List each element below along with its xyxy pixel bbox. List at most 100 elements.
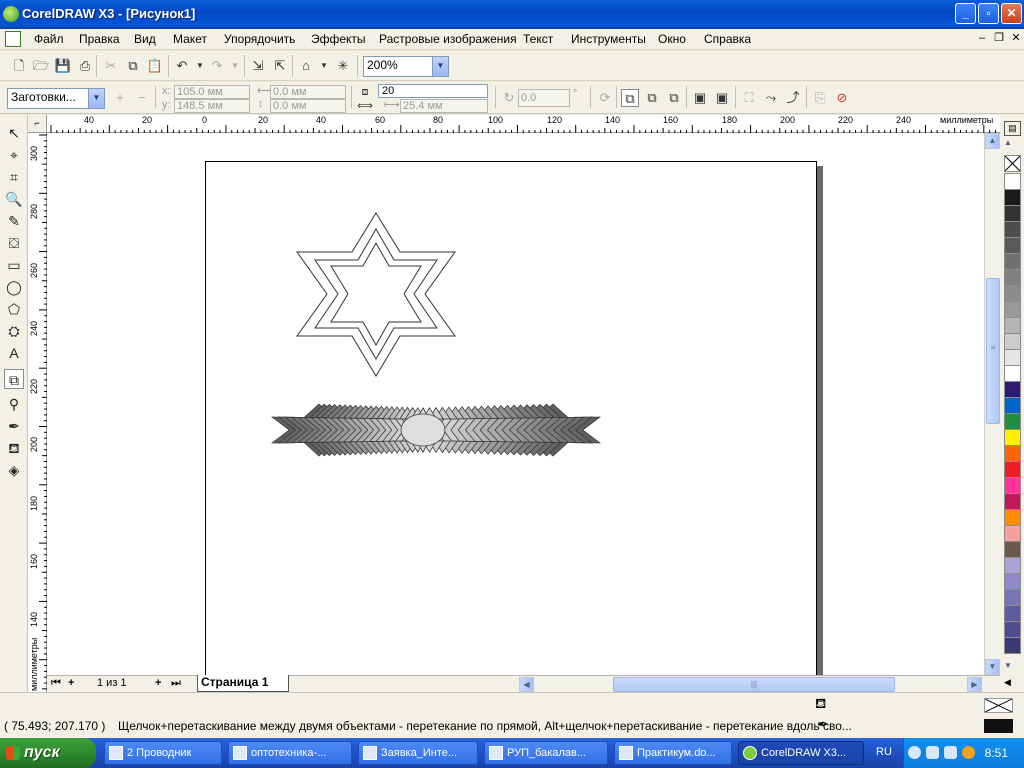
scroll-down-button[interactable]: ▼ [985,659,1000,675]
chevron-down-icon[interactable]: ▼ [88,89,104,108]
vertical-scrollbar[interactable]: ▲ ≡ ▼ [984,133,1000,675]
task-explorer[interactable]: 2 Проводник [104,741,222,765]
clockwise-blend-icon[interactable]: ⧉ [643,89,661,107]
volume-icon[interactable] [944,746,957,759]
smart-fill-tool-icon[interactable]: ⛋ [4,233,24,253]
path-properties-icon[interactable]: ⤴ [784,89,802,107]
star-outer[interactable] [296,212,456,377]
import-icon[interactable]: ⇲ [249,57,267,75]
color-swatch[interactable] [1004,557,1021,574]
tray-back-icon[interactable] [908,746,921,759]
horizontal-ruler[interactable]: 40 20 0 20 40 60 80 100 120 140 160 180 … [47,115,1000,133]
blend-center-shape[interactable] [400,413,446,447]
launcher-dropdown-icon[interactable]: ▼ [315,57,333,75]
eyedropper-tool-icon[interactable]: ⚲ [4,394,24,414]
redo-dropdown-icon[interactable]: ▼ [226,57,244,75]
cut-icon[interactable]: ✂ [102,57,120,75]
doc-minimize-button[interactable]: – [975,32,989,46]
task-coreldraw[interactable]: CorelDRAW X3... [738,741,864,765]
palette-scroll-down-icon[interactable]: ▼ [1004,661,1012,670]
no-color-swatch[interactable] [1004,155,1021,172]
horizontal-scrollbar[interactable]: ◀ ||| ▶ [519,677,983,692]
color-swatch[interactable] [1004,349,1021,366]
ellipse-tool-icon[interactable]: ◯ [4,277,24,297]
add-preset-icon[interactable]: + [111,89,129,107]
outline-color-swatch[interactable] [984,719,1013,733]
ruler-origin-corner[interactable]: ⌐ [28,115,47,133]
preset-select[interactable]: Заготовки... ▼ [7,88,105,109]
menu-edit[interactable]: Правка [79,32,120,46]
color-swatch[interactable] [1004,381,1021,398]
blend-group[interactable] [270,403,602,457]
blend-spacing-icon[interactable]: ⟺ [356,97,374,115]
welcome-screen-icon[interactable]: ✳ [334,57,352,75]
loop-blend-icon[interactable]: ⟳ [596,89,614,107]
save-icon[interactable]: 💾 [54,57,72,75]
color-swatch[interactable] [1004,221,1021,238]
crop-tool-icon[interactable]: ⌗ [4,167,24,187]
color-swatch[interactable] [1004,285,1021,302]
color-swatch[interactable] [1004,317,1021,334]
misc-blend-options-icon[interactable]: ⛶ [740,89,758,107]
new-document-icon[interactable]: 🗋 [10,57,28,75]
color-swatch[interactable] [1004,573,1021,590]
polygon-tool-icon[interactable]: ⬠ [4,299,24,319]
add-page-before-button[interactable]: + [68,677,74,689]
freehand-tool-icon[interactable]: ✎ [4,211,24,231]
start-object-icon[interactable]: ⤳ [762,89,780,107]
chevron-down-icon[interactable]: ▼ [432,57,448,76]
color-swatch[interactable] [1004,237,1021,254]
scroll-right-button[interactable]: ▶ [967,677,982,692]
blend-spacing-field[interactable]: 25.4 мм [400,99,488,113]
antivirus-icon[interactable] [962,746,975,759]
color-swatch[interactable] [1004,205,1021,222]
fill-color-swatch[interactable] [984,698,1013,713]
color-swatch[interactable] [1004,429,1021,446]
rectangle-tool-icon[interactable]: ▭ [4,255,24,275]
task-word-praktikum[interactable]: Практикум.do... [614,741,732,765]
blend-tool-icon[interactable]: ⧉ [4,369,24,389]
document-icon[interactable] [5,31,21,47]
task-word-zayavka[interactable]: Заявка_Инте... [358,741,478,765]
color-swatch[interactable] [1004,637,1021,654]
height-field[interactable]: 0.0 мм [270,99,346,113]
color-swatch[interactable] [1004,413,1021,430]
x-position-field[interactable]: 105.0 мм [174,85,250,99]
star-inner[interactable] [330,241,422,347]
color-swatch[interactable] [1004,269,1021,286]
palette-expand-icon[interactable]: ◀ [1004,677,1011,688]
direct-blend-icon[interactable]: ⧉ [621,89,639,107]
color-swatch[interactable] [1004,445,1021,462]
accelerate-sizes-icon[interactable]: ▣ [713,89,731,107]
object-color-acceleration-icon[interactable]: ▣ [691,89,709,107]
open-icon[interactable]: 🗁 [32,57,50,75]
color-swatch[interactable] [1004,461,1021,478]
pick-tool-icon[interactable]: ↖ [4,123,24,143]
horizontal-scroll-thumb[interactable]: ||| [613,677,895,692]
first-page-button[interactable]: ⏮ [51,677,61,690]
minimize-button[interactable]: _ [955,3,976,24]
copy-blend-properties-icon[interactable]: ⎘ [811,89,829,107]
add-page-after-button[interactable]: + [155,677,161,689]
vertical-ruler[interactable]: 300 280 260 240 220 200 180 160 140 милл… [28,133,47,692]
color-swatch[interactable] [1004,605,1021,622]
menu-help[interactable]: Справка [704,32,751,46]
text-tool-icon[interactable]: A [4,343,24,363]
menu-window[interactable]: Окно [658,32,686,46]
redo-icon[interactable]: ↷ [208,57,226,75]
menu-layout[interactable]: Макет [173,32,207,46]
doc-restore-button[interactable]: ❐ [992,32,1006,46]
last-page-button[interactable]: ⏭ [171,677,181,690]
zoom-level-select[interactable]: 200% ▼ [363,56,449,77]
outline-tool-icon[interactable]: ✒ [4,416,24,436]
outline-indicator-icon[interactable]: ✒ [817,716,829,733]
shape-tool-icon[interactable]: ⌖ [4,145,24,165]
color-swatch[interactable] [1004,397,1021,414]
star-middle[interactable] [314,228,438,360]
star-outline-group[interactable] [296,212,456,377]
application-launcher-icon[interactable]: ⌂ [297,57,315,75]
task-pdf[interactable]: оптотехника-... [228,741,352,765]
color-swatch[interactable] [1004,621,1021,638]
palette-options-icon[interactable]: ▤ [1004,121,1021,136]
menu-file[interactable]: Файл [34,32,64,46]
